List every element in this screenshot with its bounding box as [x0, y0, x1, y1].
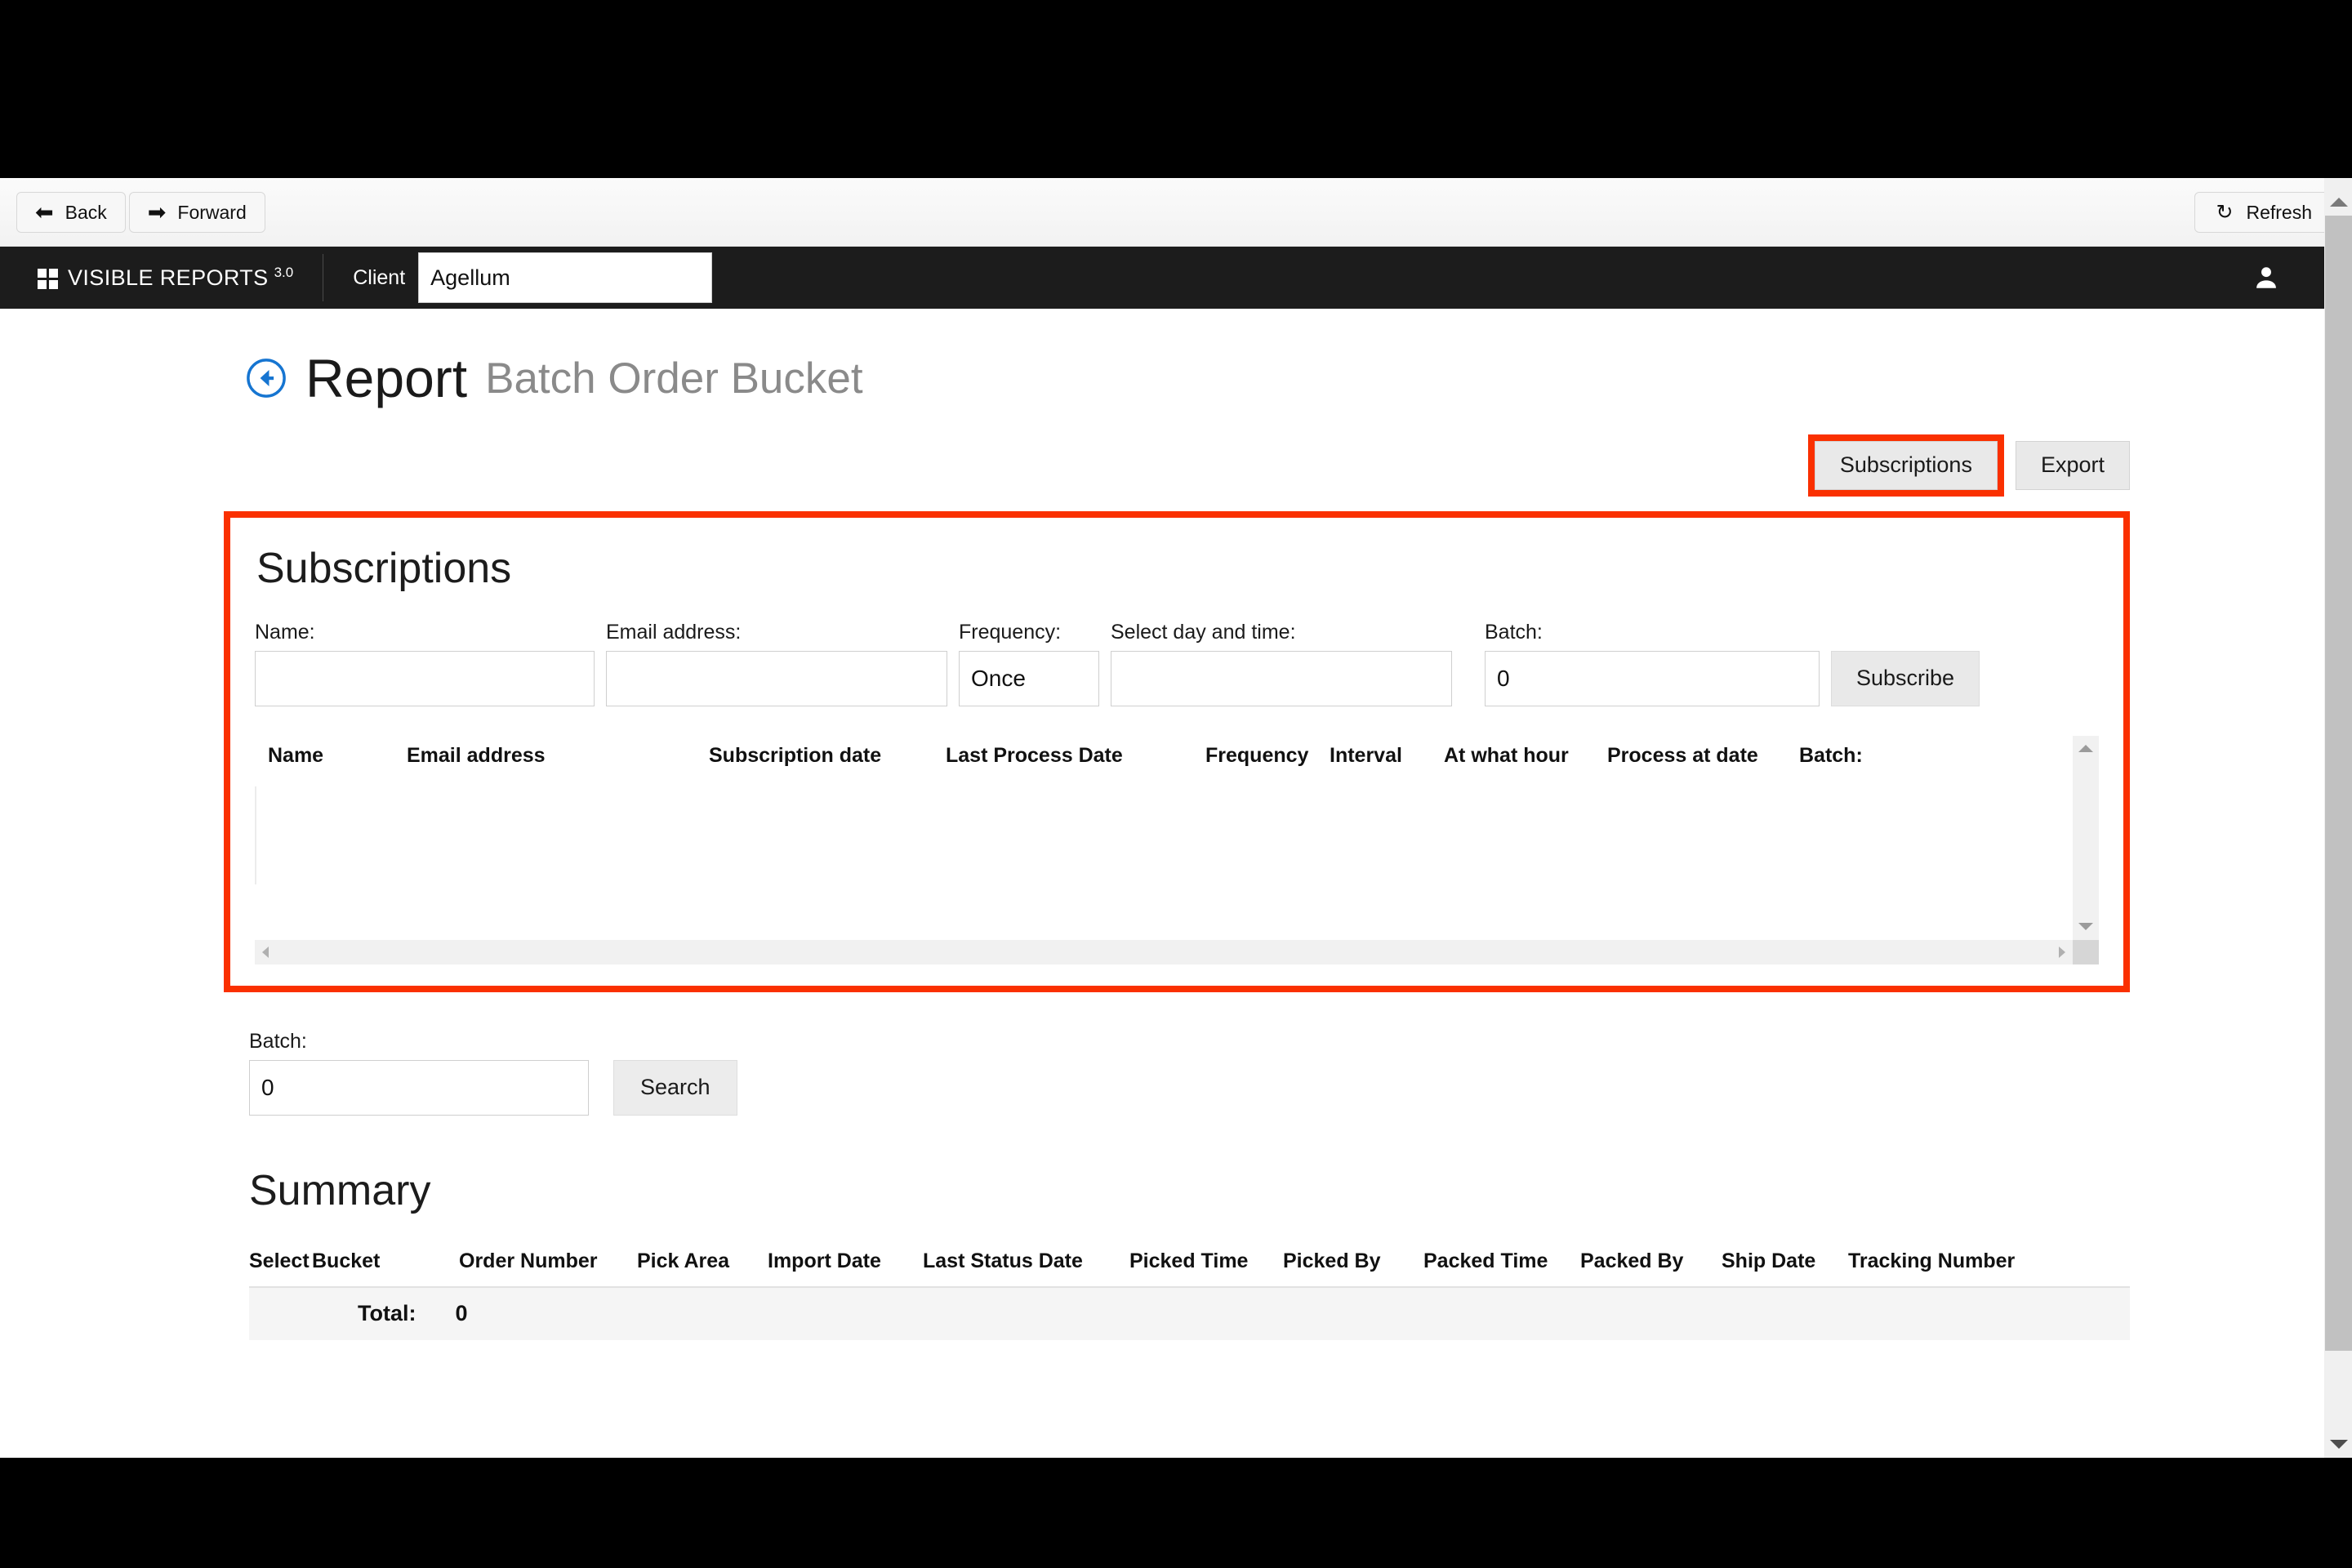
export-button[interactable]: Export — [2015, 441, 2130, 490]
browser-toolbar: ⬅ Back ➡ Forward ↻ Refresh — [0, 178, 2352, 247]
day-time-field-group: Select day and time: — [1111, 621, 1452, 706]
summary-heading: Summary — [249, 1166, 431, 1214]
forward-button-label: Forward — [177, 201, 247, 223]
grid-squares-icon — [38, 268, 58, 289]
sum-col-tracking: Tracking Number — [1848, 1249, 2016, 1272]
subscriptions-heading: Subscriptions — [256, 544, 512, 592]
batch-search-row: Batch: Search — [249, 1030, 2352, 1116]
batch-search-input[interactable] — [249, 1059, 589, 1116]
brand-name: VISIBLE REPORTS — [68, 265, 269, 290]
sum-col-pickarea: Pick Area — [637, 1249, 730, 1272]
summary-table-header-row: Select Bucket Order Number Pick Area Imp… — [249, 1250, 2130, 1273]
email-field-group: Email address: — [606, 621, 947, 706]
arrow-left-icon: ⬅ — [35, 199, 54, 225]
subscriptions-table-body — [255, 786, 256, 884]
sum-col-packedtime: Packed Time — [1423, 1249, 1548, 1272]
frequency-select[interactable]: Once — [959, 650, 1099, 706]
refresh-icon: ↻ — [2216, 200, 2234, 224]
day-time-input[interactable] — [1111, 650, 1452, 706]
subs-col-subdate: Subscription date — [709, 743, 882, 767]
summary-total-row: Total: 0 — [249, 1285, 2130, 1340]
scroll-up-arrow-icon[interactable] — [2073, 736, 2099, 762]
vertical-scroll-track[interactable] — [2073, 761, 2099, 914]
page-title: Report Batch Order Bucket — [245, 351, 2352, 405]
user-icon[interactable] — [2252, 264, 2280, 292]
subs-col-lastprocess: Last Process Date — [946, 743, 1123, 767]
subscriptions-table-scroll-area: Name Email address Subscription date Las… — [255, 736, 2073, 940]
vertical-scroll-thumb[interactable] — [2073, 761, 2099, 817]
navigation-buttons: ⬅ Back ➡ Forward — [16, 192, 265, 233]
page-scrollbar[interactable] — [2324, 178, 2352, 1458]
subscription-batch-label: Batch: — [1485, 620, 1543, 644]
brand-version: 3.0 — [274, 264, 294, 280]
subs-col-frequency: Frequency — [1205, 743, 1309, 767]
back-button-label: Back — [65, 201, 107, 223]
name-field-group: Name: — [255, 621, 595, 706]
sum-col-pickedtime: Picked Time — [1129, 1249, 1249, 1272]
scroll-right-arrow-icon[interactable] — [2051, 940, 2073, 964]
arrow-right-icon: ➡ — [147, 199, 167, 225]
subscription-form: Name: Email address: Frequency: Once Sel… — [255, 621, 2099, 706]
summary-total-value: 0 — [455, 1301, 468, 1326]
sum-col-bucket: Bucket — [312, 1249, 381, 1272]
subscriptions-button[interactable]: Subscriptions — [1814, 441, 1998, 490]
brand-logo: VISIBLE REPORTS 3.0 — [38, 265, 293, 291]
subscriptions-horizontal-scrollbar[interactable] — [255, 939, 2073, 964]
subscriptions-panel: Subscriptions Name: Email address: Frequ… — [224, 510, 2130, 992]
sum-col-ordernumber: Order Number — [459, 1249, 598, 1272]
page-scroll-down-arrow-icon[interactable] — [2325, 1430, 2352, 1458]
email-input[interactable] — [606, 650, 947, 706]
refresh-button-label: Refresh — [2246, 201, 2312, 223]
name-label: Name: — [255, 620, 315, 644]
sum-col-laststatus: Last Status Date — [923, 1249, 1083, 1272]
subscription-batch-input[interactable] — [1485, 650, 1820, 706]
app-header: VISIBLE REPORTS 3.0 Client — [0, 247, 2352, 309]
summary-total-label: Total: — [358, 1301, 416, 1326]
subscription-batch-field-group: Batch: — [1485, 621, 1820, 706]
subs-col-interval: Interval — [1330, 743, 1402, 767]
page-scroll-thumb[interactable] — [2325, 216, 2352, 1351]
page-title-sub: Batch Order Bucket — [485, 354, 863, 403]
summary-table: Select Bucket Order Number Pick Area Imp… — [249, 1250, 2130, 1340]
sum-col-packedby: Packed By — [1580, 1249, 1684, 1272]
search-button[interactable]: Search — [613, 1059, 737, 1116]
client-label: Client — [353, 265, 406, 289]
refresh-button[interactable]: ↻ Refresh — [2194, 192, 2334, 233]
subscriptions-vertical-scrollbar[interactable] — [2073, 735, 2099, 940]
subs-col-name: Name — [268, 743, 324, 767]
subscriptions-table-header-row: Name Email address Subscription date Las… — [255, 736, 2073, 768]
sum-col-select: Select — [249, 1249, 310, 1272]
page-scroll-up-arrow-icon[interactable] — [2325, 188, 2352, 216]
subscriptions-table: Name Email address Subscription date Las… — [255, 735, 2099, 964]
subscriptions-highlight: Subscriptions — [1807, 434, 2004, 497]
sum-col-pickedby: Picked By — [1283, 1249, 1381, 1272]
back-circle-arrow-icon[interactable] — [245, 357, 287, 399]
scroll-left-arrow-icon[interactable] — [255, 940, 276, 964]
back-button[interactable]: ⬅ Back — [16, 192, 126, 233]
report-action-buttons: Subscriptions Export — [0, 434, 2130, 497]
email-label: Email address: — [606, 620, 742, 644]
subs-col-processdate: Process at date — [1607, 743, 1758, 767]
page-content: Report Batch Order Bucket Subscriptions … — [0, 351, 2352, 1458]
subs-col-hour: At what hour — [1444, 743, 1569, 767]
frequency-field-group: Frequency: Once — [959, 621, 1099, 706]
day-time-label: Select day and time: — [1111, 620, 1296, 644]
sum-col-importdate: Import Date — [768, 1249, 881, 1272]
frequency-label: Frequency: — [959, 620, 1062, 644]
name-input[interactable] — [255, 650, 595, 706]
scrollbar-corner — [2073, 939, 2099, 964]
scroll-down-arrow-icon[interactable] — [2073, 914, 2099, 940]
subs-col-batch: Batch: — [1799, 743, 1863, 767]
browser-viewport: ⬅ Back ➡ Forward ↻ Refresh VISIBLE REPOR… — [0, 178, 2352, 1458]
subs-col-email: Email address — [407, 743, 546, 767]
forward-button[interactable]: ➡ Forward — [128, 192, 265, 233]
batch-field-group: Batch: — [249, 1030, 589, 1116]
page-title-main: Report — [305, 348, 468, 408]
client-input[interactable] — [418, 252, 713, 303]
sum-col-shipdate: Ship Date — [1722, 1249, 1816, 1272]
batch-search-label: Batch: — [249, 1029, 307, 1053]
subscribe-button[interactable]: Subscribe — [1831, 650, 1980, 706]
